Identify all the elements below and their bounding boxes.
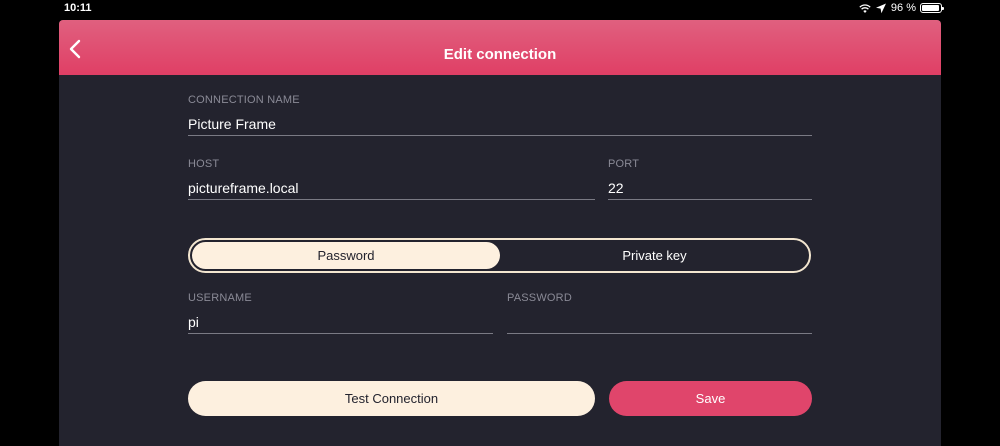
segment-private-key[interactable]: Private key <box>502 242 807 269</box>
status-time: 10:11 <box>64 2 92 14</box>
page-title: Edit connection <box>443 46 557 63</box>
port-input[interactable] <box>608 176 812 200</box>
battery-icon <box>920 3 944 13</box>
auth-method-segmented-control: Password Private key <box>188 238 811 273</box>
wifi-icon <box>859 3 871 13</box>
connection-name-label: CONNECTION NAME <box>188 94 300 106</box>
status-indicators: 96 % <box>859 2 944 14</box>
edit-connection-window: Edit connection CONNECTION NAME HOST POR… <box>59 20 941 446</box>
password-label: PASSWORD <box>507 292 572 304</box>
username-input[interactable] <box>188 310 493 334</box>
test-connection-button[interactable]: Test Connection <box>188 381 595 416</box>
battery-percent: 96 % <box>890 2 916 14</box>
username-label: USERNAME <box>188 292 252 304</box>
port-label: PORT <box>608 158 640 170</box>
connection-name-input[interactable] <box>188 112 812 136</box>
nav-bar: Edit connection <box>59 20 941 75</box>
location-icon <box>875 3 886 13</box>
password-input[interactable] <box>507 310 812 334</box>
segment-password[interactable]: Password <box>192 242 500 269</box>
host-label: HOST <box>188 158 220 170</box>
save-button[interactable]: Save <box>609 381 812 416</box>
status-bar: 10:11 96 % <box>0 0 1000 18</box>
host-input[interactable] <box>188 176 595 200</box>
